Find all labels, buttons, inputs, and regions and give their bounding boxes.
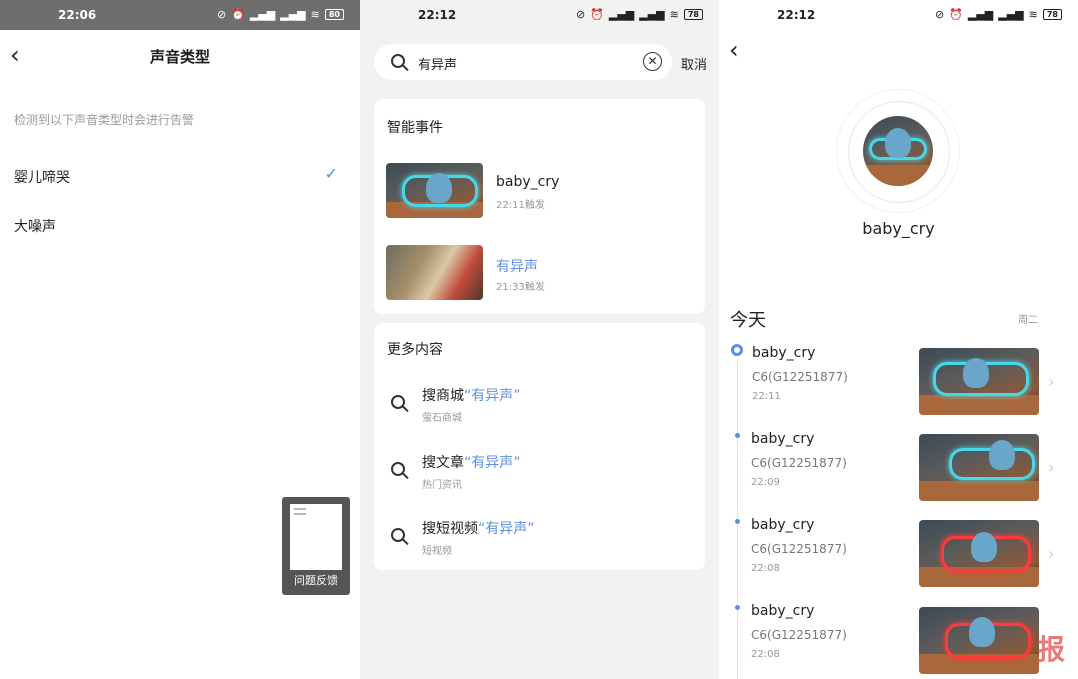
record-time: 22:08 [751, 649, 780, 660]
timeline-dot [731, 344, 743, 356]
option-label: 婴儿啼哭 [14, 170, 70, 186]
wifi-icon: ≋ [310, 8, 320, 21]
more-content-card: 更多内容 搜商城“有异声” 萤石商城 搜文章“有异声” 热门资讯 搜短视频“有异… [374, 323, 705, 570]
status-bar: 22:12 ⊘ ⏰ ▂▄▆ ▂▄▆ ≋ 78 [719, 0, 1078, 30]
record-name: baby_cry [751, 431, 815, 447]
cancel-button[interactable]: 取消 [681, 54, 707, 73]
weekday-label: 周二 [1018, 315, 1038, 326]
feedback-button[interactable]: 问题反馈 [282, 497, 350, 595]
search-query: 有异声 [418, 58, 458, 73]
signal-icon: ▂▄▆ [998, 8, 1024, 21]
mute-icon: ⊘ [934, 8, 945, 21]
event-time: 21:33触发 [496, 282, 545, 293]
status-time: 22:12 [418, 8, 457, 22]
smart-events-card: 智能事件 baby_cry 22:11触发 有异声 21:33触发 [374, 99, 705, 314]
device-name: baby_cry [862, 219, 935, 238]
signal-icon: ▂▄▆ [967, 8, 994, 21]
back-icon[interactable]: ‹ [729, 38, 739, 62]
search-icon [391, 528, 405, 542]
record-thumbnail [919, 607, 1039, 674]
more-label: 搜短视频“有异声” [422, 521, 535, 537]
search-screen: 22:12 ⊘ ⏰ ▂▄▆ ▂▄▆ ≋ 78 有异声 ✕ 取消 智能事件 bab… [360, 0, 719, 679]
record-thumbnail [919, 434, 1039, 501]
option-loud-noise[interactable]: 大噪声 [14, 216, 344, 236]
section-title: 智能事件 [387, 120, 443, 136]
alarm-icon: ⏰ [590, 8, 604, 21]
sound-type-screen: 22:06 ⊘ ⏰ ▂▄▆ ▂▄▆ ≋ 80 ‹ 声音类型 检测到以下声音类型时… [0, 0, 360, 679]
wifi-icon: ≋ [669, 8, 679, 21]
mute-icon: ⊘ [216, 8, 227, 21]
chevron-right-icon: › [1048, 458, 1055, 477]
avatar[interactable] [863, 116, 933, 186]
status-icons: ⊘ ⏰ ▂▄▆ ▂▄▆ ≋ 80 [217, 8, 344, 21]
event-thumbnail [386, 163, 483, 218]
search-icon [391, 395, 405, 409]
chevron-right-icon: › [1048, 372, 1055, 391]
page-title: 声音类型 [149, 48, 210, 66]
more-sub: 萤石商城 [422, 413, 462, 424]
record-thumbnail [919, 520, 1039, 587]
status-time: 22:06 [58, 8, 97, 22]
timeline-dot [735, 605, 740, 610]
signal-icon: ▂▄▆ [608, 8, 635, 21]
status-icons: ⊘ ⏰ ▂▄▆ ▂▄▆ ≋ 78 [576, 8, 703, 21]
record-time: 22:09 [751, 477, 780, 488]
record-device: C6(G12251877) [751, 628, 847, 642]
event-name: 有异声 [496, 259, 538, 275]
status-time: 22:12 [777, 8, 816, 22]
more-label: 搜商城“有异声” [422, 388, 521, 404]
clear-icon[interactable]: ✕ [643, 52, 662, 71]
section-title: 更多内容 [387, 342, 443, 358]
wifi-icon: ≋ [1028, 8, 1038, 21]
timeline-dot [735, 519, 740, 524]
feedback-label: 问题反馈 [294, 574, 338, 587]
event-time: 22:11触发 [496, 200, 545, 211]
more-sub: 短视频 [422, 546, 452, 557]
signal-icon: ▂▄▆ [639, 8, 665, 21]
search-icon [391, 462, 405, 476]
record-thumbnail [919, 348, 1039, 415]
event-name: baby_cry [496, 174, 560, 190]
option-baby-cry[interactable]: 婴儿啼哭 [14, 167, 344, 187]
more-label: 搜文章“有异声” [422, 455, 521, 471]
chevron-right-icon: › [1048, 544, 1055, 563]
record-name: baby_cry [751, 517, 815, 533]
record-device: C6(G12251877) [752, 370, 848, 384]
date-heading: 今天 [730, 310, 766, 331]
record-device: C6(G12251877) [751, 542, 847, 556]
device-events-screen: 22:12 ⊘ ⏰ ▂▄▆ ▂▄▆ ≋ 78 ‹ baby_cry 今天 周二 … [719, 0, 1078, 679]
signal-icon: ▂▄▆ [280, 8, 306, 21]
search-input[interactable]: 有异声 ✕ [374, 44, 672, 80]
feedback-preview [290, 504, 342, 570]
alarm-icon: ⏰ [949, 8, 963, 21]
record-name: baby_cry [751, 603, 815, 619]
timeline-dot [735, 433, 740, 438]
status-bar: 22:12 ⊘ ⏰ ▂▄▆ ▂▄▆ ≋ 78 [360, 0, 719, 30]
battery-icon: 80 [324, 9, 344, 20]
event-thumbnail [386, 245, 483, 300]
signal-icon: ▂▄▆ [249, 8, 276, 21]
section-hint: 检测到以下声音类型时会进行告警 [14, 113, 195, 127]
option-label: 大噪声 [14, 219, 56, 235]
mute-icon: ⊘ [575, 8, 586, 21]
battery-icon: 78 [683, 9, 703, 20]
watermark-logo: 报 [1037, 633, 1066, 666]
battery-icon: 78 [1042, 9, 1062, 20]
record-time: 22:08 [751, 563, 780, 574]
record-time: 22:11 [752, 391, 781, 402]
alarm-icon: ⏰ [231, 8, 245, 21]
status-icons: ⊘ ⏰ ▂▄▆ ▂▄▆ ≋ 78 [935, 8, 1062, 21]
more-sub: 热门资讯 [422, 480, 462, 491]
record-device: C6(G12251877) [751, 456, 847, 470]
status-bar: 22:06 ⊘ ⏰ ▂▄▆ ▂▄▆ ≋ 80 [0, 0, 360, 30]
check-icon: ✓ [324, 164, 338, 183]
search-icon [391, 54, 405, 68]
record-name: baby_cry [752, 345, 816, 361]
